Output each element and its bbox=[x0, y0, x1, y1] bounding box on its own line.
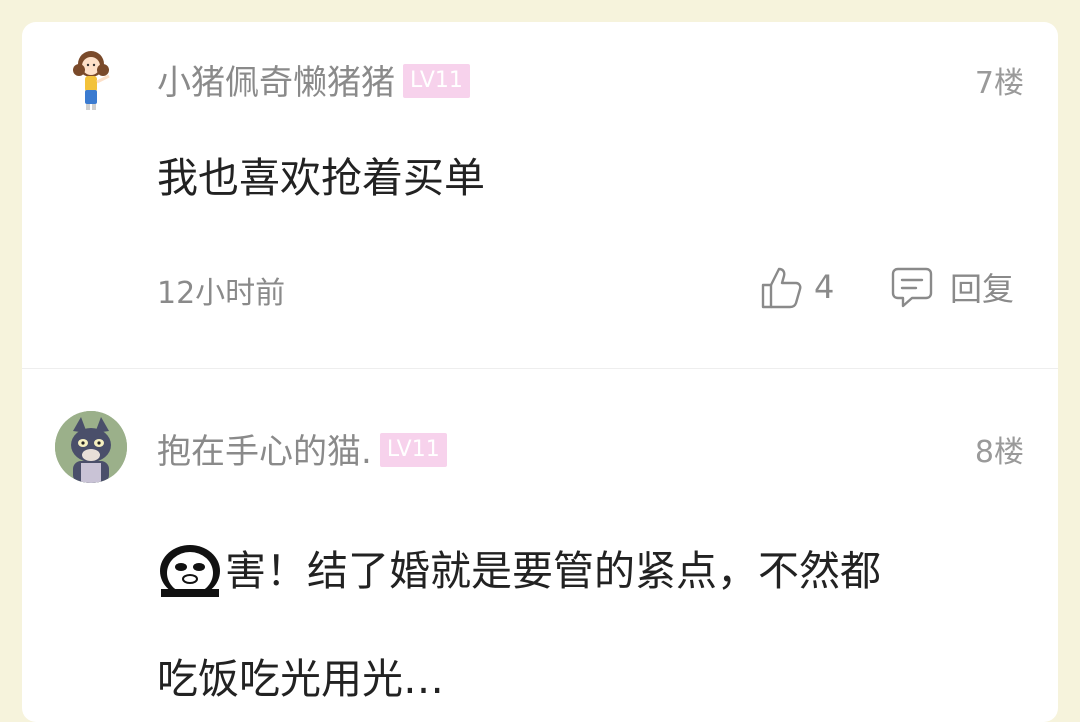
comment-item: 抱在手心的猫. LV11 8楼 害！结了婚就是要管的紧点，不然都 吃饭吃光用光… bbox=[22, 369, 1058, 722]
panda-sticker-icon bbox=[160, 545, 220, 597]
comment-text: 我也喜欢抢着买单 bbox=[157, 154, 485, 202]
like-count: 4 bbox=[814, 268, 835, 306]
timestamp: 12小时前 bbox=[157, 276, 286, 311]
cat-avatar-icon bbox=[55, 411, 127, 483]
username-text[interactable]: 抱在手心的猫. bbox=[157, 432, 372, 472]
comment-text: 害！结了婚就是要管的紧点，不然都 bbox=[225, 547, 881, 595]
comments-card: 小猪佩奇懒猪猪 LV11 7楼 我也喜欢抢着买单 12小时前 4 回复 抱在手心… bbox=[22, 22, 1058, 722]
username[interactable]: 小猪佩奇懒猪猪 LV11 bbox=[157, 55, 470, 104]
level-badge: LV11 bbox=[379, 432, 447, 467]
like-button[interactable]: 4 bbox=[760, 262, 834, 312]
username-text[interactable]: 小猪佩奇懒猪猪 bbox=[157, 63, 395, 103]
like-icon bbox=[761, 267, 802, 309]
avatar[interactable] bbox=[55, 411, 127, 483]
comment-icon bbox=[891, 267, 933, 308]
reply-label: 回复 bbox=[950, 270, 1015, 308]
comment-text-continued: 吃饭吃光用光… bbox=[157, 655, 444, 703]
comment-text-line: 害！结了婚就是要管的紧点，不然都 bbox=[157, 537, 881, 603]
girl-avatar-icon bbox=[55, 42, 127, 114]
avatar[interactable] bbox=[55, 42, 127, 114]
comment-item: 小猪佩奇懒猪猪 LV11 7楼 我也喜欢抢着买单 12小时前 4 回复 bbox=[22, 22, 1058, 368]
username[interactable]: 抱在手心的猫. LV11 bbox=[157, 424, 447, 473]
level-badge: LV11 bbox=[403, 63, 470, 98]
floor-number: 8楼 bbox=[974, 435, 1024, 470]
reply-button[interactable]: 回复 bbox=[890, 262, 1014, 312]
floor-number: 7楼 bbox=[974, 66, 1024, 101]
